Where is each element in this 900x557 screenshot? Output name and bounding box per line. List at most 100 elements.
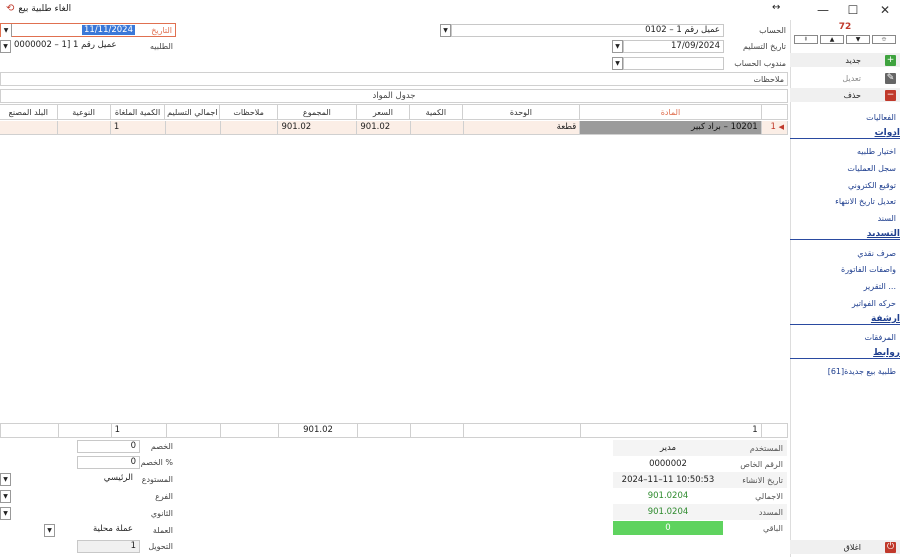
- branch-row: ▼ الفرع: [0, 490, 176, 503]
- paid-label: المسدد: [758, 507, 783, 517]
- account-dropdown-icon[interactable]: ▼: [440, 23, 451, 37]
- close-window-button[interactable]: ✕: [872, 0, 898, 20]
- edit-label: تعديل: [842, 73, 861, 83]
- cell-total[interactable]: 901.02: [278, 121, 358, 135]
- close-label: اغلاق: [843, 542, 861, 552]
- remaining-value: 0: [613, 521, 723, 535]
- new-label: جديد: [845, 55, 861, 65]
- rate-field[interactable]: 1: [77, 540, 140, 553]
- nav-buttons: ⯒ ▲ ▼ ⯐: [792, 35, 898, 45]
- discount-row: 0 الخصم: [77, 440, 176, 453]
- record-counter: 72: [838, 22, 852, 32]
- col-unit[interactable]: الوحدة: [462, 104, 580, 120]
- title-bar: ⟲ الغاء طلبية بيع ↔ — ☐ ✕: [0, 0, 900, 20]
- cell-notes[interactable]: [220, 121, 279, 135]
- payment-invoice-specs[interactable]: واصفات الفاتورة: [790, 265, 900, 274]
- resize-arrows-icon[interactable]: ↔: [772, 2, 780, 13]
- footer-notes: [221, 424, 280, 438]
- col-total[interactable]: المجموع: [277, 104, 357, 120]
- nav-prev-button[interactable]: ▲: [820, 35, 844, 44]
- cell-qty[interactable]: [410, 121, 464, 135]
- delivery-dropdown-icon[interactable]: ▼: [612, 39, 623, 53]
- branch-field[interactable]: [11, 490, 136, 503]
- tool-operations-log[interactable]: سجل العمليات: [790, 164, 900, 173]
- new-button[interactable]: جديد +: [790, 53, 900, 67]
- cell-origin[interactable]: [0, 121, 58, 135]
- rep-field[interactable]: [623, 56, 724, 70]
- branch-label: الفرع: [155, 492, 173, 501]
- tool-select-order[interactable]: اختيار طلبيه: [790, 147, 900, 156]
- edit-button[interactable]: تعديل ✎: [790, 71, 900, 85]
- col-cancelled[interactable]: الكمية الملغاة: [110, 104, 166, 120]
- secondary-field[interactable]: [11, 507, 136, 520]
- nav-last-button[interactable]: ⯐: [872, 35, 896, 44]
- info-panel: مدير المستخدم 0000002 الرقم الخاص 2024–1…: [613, 440, 787, 536]
- info-total-row: 901.0204 الاجمالي: [613, 488, 787, 504]
- delete-button[interactable]: حذف −: [790, 88, 900, 102]
- currency-label: العملة: [152, 526, 173, 535]
- maximize-button[interactable]: ☐: [840, 0, 866, 20]
- discount-pct-field[interactable]: 0: [77, 456, 140, 469]
- order-dropdown-icon[interactable]: ▼: [0, 39, 11, 53]
- info-paid-row: 901.0204 المسدد: [613, 504, 787, 520]
- payment-cash[interactable]: صرف نقدي: [790, 249, 900, 258]
- col-type[interactable]: النوعية: [57, 104, 111, 120]
- grid-footer: 1 901.02 1: [0, 423, 788, 438]
- tool-edit-expiry[interactable]: تعديل تاريخ الانتهاء: [790, 197, 900, 206]
- table-row[interactable]: ◀ 1 10201 – براد كبير قطعة 901.02 901.02…: [0, 121, 788, 135]
- grid-header: المادة الوحدة الكمية السعر المجموع ملاحظ…: [0, 104, 788, 120]
- info-serial-row: 0000002 الرقم الخاص: [613, 456, 787, 472]
- footer-qty: [410, 424, 465, 438]
- col-origin[interactable]: البلد المصنع: [0, 104, 58, 120]
- date-dropdown-icon[interactable]: ▼: [1, 23, 12, 37]
- cell-type[interactable]: [57, 121, 111, 135]
- total-label: الاجمالي: [755, 491, 783, 501]
- app-icon: ⟲: [6, 3, 15, 14]
- col-qty[interactable]: الكمية: [409, 104, 463, 120]
- order-field[interactable]: 0000002 – عميل رقم 1 [1: [11, 39, 140, 53]
- discount-field[interactable]: 0: [77, 440, 140, 453]
- tool-voucher[interactable]: السند: [790, 214, 900, 223]
- col-item[interactable]: المادة: [579, 104, 762, 120]
- archive-attachments[interactable]: المرفقات: [790, 333, 900, 342]
- rep-dropdown-icon[interactable]: ▼: [612, 56, 623, 70]
- cell-unit[interactable]: قطعة: [463, 121, 581, 135]
- secondary-row: ▼ الثانوي: [0, 507, 176, 520]
- payment-invoice-moves[interactable]: حركه الفواتير: [790, 299, 900, 308]
- tool-e-signature[interactable]: توقيع الكتروني: [790, 181, 900, 190]
- currency-dropdown-icon[interactable]: ▼: [44, 524, 55, 537]
- date-field[interactable]: 11/11/2024: [12, 25, 139, 35]
- account-row: ▼ 0102 – عميل رقم 1 الحساب: [440, 23, 788, 37]
- cell-cancelled[interactable]: 1: [110, 121, 166, 135]
- col-price[interactable]: السعر: [356, 104, 410, 120]
- cell-item[interactable]: 10201 – براد كبير: [580, 121, 762, 135]
- cell-price[interactable]: 901.02: [357, 121, 411, 135]
- warehouse-dropdown-icon[interactable]: ▼: [0, 473, 11, 486]
- branch-dropdown-icon[interactable]: ▼: [0, 490, 11, 503]
- pencil-icon: ✎: [885, 72, 896, 84]
- nav-first-button[interactable]: ⯒: [794, 35, 818, 44]
- nav-next-button[interactable]: ▼: [846, 35, 870, 44]
- minimize-button[interactable]: —: [810, 0, 836, 20]
- close-button[interactable]: اغلاق ⏻: [790, 540, 900, 554]
- warehouse-field[interactable]: الرئيسي: [11, 473, 136, 486]
- delivery-field[interactable]: 17/09/2024: [623, 39, 724, 53]
- link-new-sales-order[interactable]: طلبية بيع جديدة[61]: [790, 367, 900, 376]
- secondary-dropdown-icon[interactable]: ▼: [0, 507, 11, 520]
- account-field[interactable]: 0102 – عميل رقم 1: [451, 23, 724, 37]
- window-title-group: ⟲ الغاء طلبية بيع: [6, 3, 71, 14]
- payment-report[interactable]: التقرير ...: [790, 282, 900, 291]
- footer-cancelled: 1: [111, 424, 167, 438]
- currency-field[interactable]: عملة محلية: [55, 524, 136, 537]
- activities-link[interactable]: الفعاليات: [790, 113, 900, 122]
- remaining-label: الباقي: [762, 523, 783, 533]
- notes-field[interactable]: ملاحظات: [0, 72, 788, 86]
- delivery-label: تاريخ التسليم: [742, 41, 786, 51]
- col-notes[interactable]: ملاحظات: [220, 104, 278, 120]
- col-delivered[interactable]: اجمالي التسليم: [165, 104, 221, 120]
- cell-delivered[interactable]: [165, 121, 221, 135]
- footer-type: [58, 424, 112, 438]
- footer-price: [357, 424, 411, 438]
- currency-row: ▼ عملة محلية العملة: [44, 524, 176, 537]
- info-user-row: مدير المستخدم: [613, 440, 787, 456]
